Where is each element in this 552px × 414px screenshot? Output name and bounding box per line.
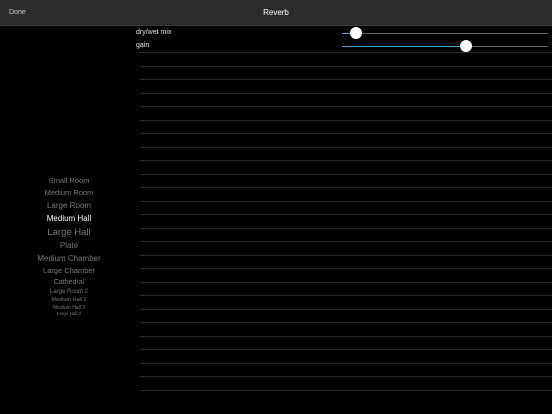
row-separator — [140, 120, 552, 121]
slider-fill — [342, 46, 466, 47]
page-title: Reverb — [263, 8, 289, 17]
row-separator — [140, 160, 552, 161]
row-separator — [140, 295, 552, 296]
preset-picker[interactable]: Small Room Medium Room Large Room Medium… — [0, 26, 138, 414]
param-row-dry-wet-mix: dry/wet mix — [136, 27, 552, 41]
row-separator — [140, 201, 552, 202]
param-label: gain — [136, 42, 150, 49]
row-separator — [140, 336, 552, 337]
row-separator — [140, 147, 552, 148]
picker-item-large-hall-2[interactable]: Large Hall 2 — [0, 311, 138, 318]
row-separator — [140, 376, 552, 377]
row-separator — [140, 52, 552, 53]
dry-wet-mix-slider[interactable] — [342, 27, 548, 39]
row-separator — [140, 228, 552, 229]
row-separator — [140, 66, 552, 67]
row-separator — [140, 363, 552, 364]
row-separator — [140, 174, 552, 175]
picker-item-large-room-2[interactable]: Large Room 2 — [0, 288, 138, 296]
row-separator — [140, 214, 552, 215]
empty-list-area — [140, 52, 552, 414]
row-separator — [140, 93, 552, 94]
picker-item-medium-hall[interactable]: Medium Hall — [0, 214, 138, 224]
picker-item-medium-chamber[interactable]: Medium Chamber — [0, 254, 138, 264]
slider-thumb[interactable] — [459, 40, 472, 52]
picker-item-plate[interactable]: Plate — [0, 241, 138, 251]
row-separator — [140, 255, 552, 256]
row-separator — [140, 187, 552, 188]
row-separator — [140, 390, 552, 391]
row-separator — [140, 268, 552, 269]
picker-item-large-chamber[interactable]: Large Chamber — [0, 266, 138, 276]
param-label: dry/wet mix — [136, 29, 172, 36]
row-separator — [140, 309, 552, 310]
picker-item-large-hall[interactable]: Large Hall — [0, 227, 138, 239]
navigation-bar: Done Reverb — [0, 0, 552, 26]
slider-thumb[interactable] — [350, 27, 363, 39]
picker-item-small-room[interactable]: Small Room — [0, 176, 138, 186]
row-separator — [140, 282, 552, 283]
row-separator — [140, 349, 552, 350]
row-separator — [140, 79, 552, 80]
row-separator — [140, 241, 552, 242]
picker-item-cathedral[interactable]: Cathedral — [0, 278, 138, 287]
picker-item-large-room[interactable]: Large Room — [0, 201, 138, 211]
row-separator — [140, 106, 552, 107]
gain-slider[interactable] — [342, 40, 548, 52]
row-separator — [140, 322, 552, 323]
picker-item-medium-room[interactable]: Medium Room — [0, 188, 138, 198]
row-separator — [140, 133, 552, 134]
